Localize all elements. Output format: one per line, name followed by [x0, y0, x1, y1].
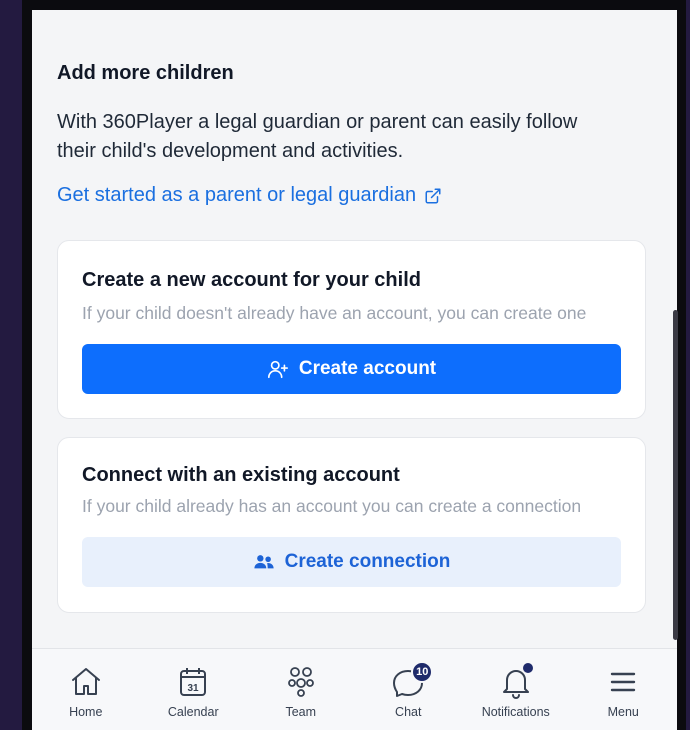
hamburger-icon	[611, 672, 636, 692]
nav-label: Chat	[395, 705, 422, 719]
external-link-icon	[425, 188, 441, 203]
home-icon	[71, 668, 100, 695]
guardian-link-label: Get started as a parent or legal guardia…	[57, 184, 417, 206]
guardian-get-started-link[interactable]: Get started as a parent or legal guardia…	[57, 184, 442, 207]
card-description: If your child already has an account you…	[82, 496, 582, 516]
chat-unread-badge: 10	[411, 661, 434, 683]
section-description: With 360Player a legal guardian or paren…	[57, 111, 578, 162]
calendar-day: 31	[188, 683, 200, 694]
team-icon	[287, 667, 314, 697]
connect-account-card: Connect with an existing account If your…	[57, 437, 646, 613]
nav-label: Team	[285, 705, 317, 719]
users-icon	[253, 555, 274, 569]
bottom-navigation: Home 31 Calendar Team 10 Chat Notificati…	[32, 649, 677, 730]
card-title: Create a new account for your child	[82, 269, 421, 291]
notification-dot	[522, 663, 533, 673]
card-title: Connect with an existing account	[82, 464, 400, 486]
app-screen: Add more children With 360Player a legal…	[32, 10, 677, 730]
nav-item-menu[interactable]: Menu	[570, 649, 678, 730]
nav-item-chat[interactable]: 10 Chat	[355, 649, 463, 730]
create-account-card: Create a new account for your child If y…	[57, 240, 646, 419]
nav-item-notifications[interactable]: Notifications	[462, 649, 570, 730]
nav-label: Notifications	[481, 705, 550, 719]
create-connection-label: Create connection	[284, 551, 451, 572]
create-connection-button[interactable]: Create connection	[82, 537, 621, 587]
create-account-label: Create account	[298, 358, 437, 379]
create-account-button[interactable]: Create account	[82, 344, 621, 394]
card-description: If your child doesn't already have an ac…	[82, 303, 587, 323]
nav-item-home[interactable]: Home	[32, 649, 140, 730]
user-plus-icon	[267, 360, 288, 379]
nav-label: Home	[69, 705, 103, 719]
calendar-icon: 31	[180, 668, 207, 696]
nav-item-team[interactable]: Team	[247, 649, 355, 730]
section-title: Add more children	[57, 62, 234, 84]
main-content: Add more children With 360Player a legal…	[32, 10, 677, 648]
nav-item-calendar[interactable]: 31 Calendar	[140, 649, 248, 730]
nav-label: Calendar	[167, 705, 219, 719]
scrollbar-thumb[interactable]	[673, 310, 678, 640]
nav-label: Menu	[607, 705, 639, 719]
